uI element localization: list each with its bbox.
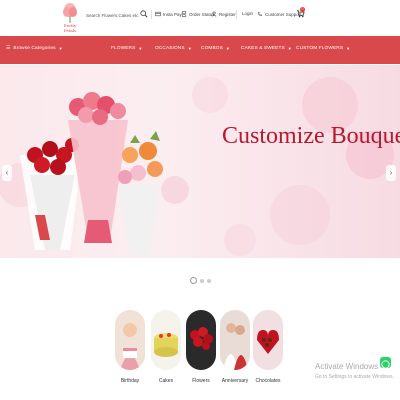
search-icon[interactable] (140, 10, 148, 18)
nav-item-custom-flowers[interactable]: CUSTOM FLOWERS ▼ (296, 46, 350, 51)
wallet-icon (155, 11, 161, 17)
category-image[interactable] (253, 310, 283, 370)
watermark-subtitle: Go to Settings to activate Windows. (315, 374, 394, 380)
flowers-image (186, 310, 216, 370)
category-label: Cakes (158, 378, 174, 384)
carousel-dot[interactable] (207, 278, 211, 283)
phone-icon (257, 11, 263, 17)
category-list: Birthday Cakes Flowers Anniversary Choco… (114, 310, 294, 390)
category-image[interactable] (186, 310, 216, 370)
search-input[interactable] (86, 12, 140, 18)
category-birthday[interactable]: Birthday (114, 310, 146, 384)
browse-categories-menu[interactable]: ☰ Browse Categories ▼ (6, 46, 63, 51)
divider (151, 10, 152, 19)
insta-pay-label: Insta Pay (163, 11, 182, 17)
category-label: Birthday (120, 378, 140, 384)
carousel-dot[interactable] (200, 278, 204, 283)
chevron-down-icon: ▼ (138, 46, 143, 51)
customer-support-link[interactable]: Customer Support (257, 11, 302, 17)
carousel-next-button[interactable]: › (386, 165, 396, 181)
register-label: Register (219, 11, 236, 17)
logo-text: Pretty Petals (63, 23, 77, 33)
chevron-down-icon: ▼ (346, 46, 351, 51)
nav-item-label: CAKES & SWEETS (241, 46, 285, 51)
whatsapp-chat-button[interactable] (380, 357, 391, 369)
carousel-prev-button[interactable]: ‹ (2, 165, 12, 181)
nav-item-combos[interactable]: COMBOS ▼ (201, 46, 230, 51)
divider (236, 10, 237, 19)
user-icon (211, 11, 217, 17)
whatsapp-icon (381, 360, 390, 369)
category-flowers[interactable]: Flowers (185, 310, 217, 384)
anniversary-image (220, 310, 250, 370)
browse-categories-label: Browse Categories (13, 46, 56, 51)
hero-bouquet-illustration (0, 77, 394, 256)
chevron-down-icon: ▼ (287, 46, 292, 51)
login-link[interactable]: Login (242, 11, 253, 16)
hero-title: Customize Bouquet (222, 123, 400, 149)
nav-item-label: FLOWERS (111, 46, 136, 51)
insta-pay-link[interactable]: Insta Pay (155, 11, 182, 17)
hero-banner[interactable]: Customize Bouquet ‹ › (0, 65, 400, 258)
clipboard-icon (181, 11, 187, 17)
nav-item-label: COMBOS (201, 46, 223, 51)
logo-flower-icon (63, 3, 77, 23)
chevron-down-icon: ▼ (225, 46, 230, 51)
chevron-down-icon: ▼ (187, 46, 192, 51)
category-chocolates[interactable]: Chocolates (252, 310, 284, 384)
login-label: Login (242, 11, 254, 16)
site-logo[interactable]: Pretty Petals (60, 1, 80, 33)
carousel-indicators (190, 277, 211, 284)
birthday-image (115, 310, 145, 370)
menu-icon: ☰ (6, 46, 11, 51)
order-status-link[interactable]: Order Status (181, 11, 215, 17)
category-label: Chocolates (255, 378, 281, 384)
category-label: Anniversary (221, 378, 249, 384)
nav-item-flowers[interactable]: FLOWERS ▼ (111, 46, 142, 51)
category-image[interactable] (151, 310, 181, 370)
register-link[interactable]: Register (211, 11, 236, 17)
chocolates-image (253, 310, 283, 370)
carousel-dot[interactable] (190, 277, 197, 284)
category-image[interactable] (115, 310, 145, 370)
category-cakes[interactable]: Cakes (150, 310, 182, 384)
nav-item-cakes-sweets[interactable]: CAKES & SWEETS ▼ (241, 46, 292, 51)
chevron-down-icon: ▼ (58, 46, 63, 51)
nav-item-label: CUSTOM FLOWERS (296, 46, 344, 51)
top-header: Pretty Petals Insta Pay Order Status Reg… (0, 0, 400, 34)
category-anniversary[interactable]: Anniversary (219, 310, 251, 384)
main-navigation: ☰ Browse Categories ▼ FLOWERS ▼ OCCASION… (0, 36, 400, 64)
cart-count-badge: 0 (300, 7, 305, 12)
nav-item-occasions[interactable]: OCCASIONS ▼ (155, 46, 192, 51)
category-label: Flowers (192, 378, 210, 384)
nav-item-label: OCCASIONS (155, 46, 185, 51)
category-image[interactable] (220, 310, 250, 370)
cake-image (151, 310, 181, 370)
